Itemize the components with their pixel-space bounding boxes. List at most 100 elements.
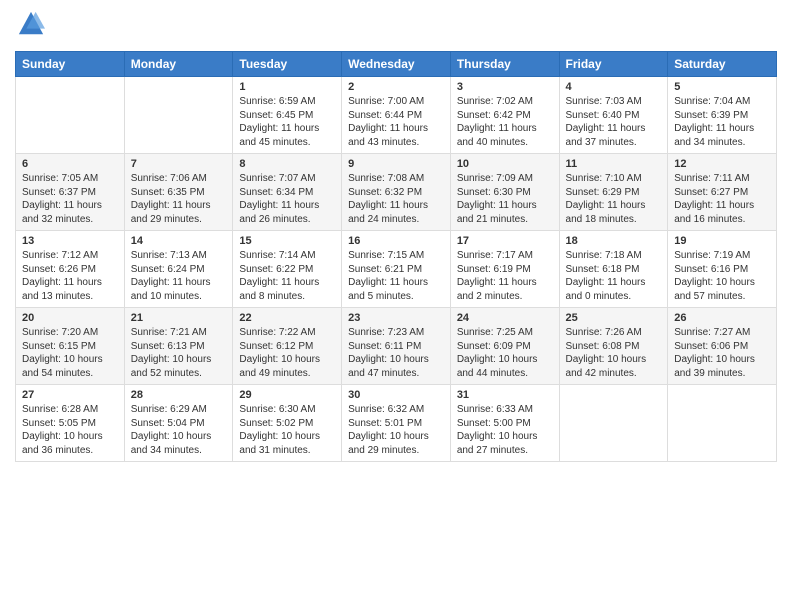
header — [15, 10, 777, 43]
cell-content: Sunrise: 7:02 AMSunset: 6:42 PMDaylight:… — [457, 95, 553, 149]
day-number: 12 — [674, 158, 770, 170]
day-number: 2 — [348, 81, 444, 93]
logo — [15, 10, 45, 43]
week-row-3: 20 Sunrise: 7:20 AMSunset: 6:15 PMDayligh… — [16, 308, 777, 385]
cell-4-3: 30 Sunrise: 6:32 AMSunset: 5:01 PMDayligh… — [342, 385, 451, 462]
day-number: 31 — [457, 389, 553, 401]
header-cell-sunday: Sunday — [16, 52, 125, 77]
cell-0-1 — [124, 77, 233, 154]
header-cell-wednesday: Wednesday — [342, 52, 451, 77]
cell-0-0 — [16, 77, 125, 154]
header-cell-friday: Friday — [559, 52, 668, 77]
cell-0-2: 1Sunrise: 6:59 AMSunset: 6:45 PMDaylight… — [233, 77, 342, 154]
cell-content: Sunrise: 7:06 AMSunset: 6:35 PMDaylight:… — [131, 172, 227, 226]
day-number: 18 — [566, 235, 662, 247]
header-cell-saturday: Saturday — [668, 52, 777, 77]
day-number: 5 — [674, 81, 770, 93]
cell-content: Sunrise: 6:30 AMSunset: 5:02 PMDaylight:… — [239, 403, 335, 457]
day-number: 24 — [457, 312, 553, 324]
cell-content: Sunrise: 7:21 AMSunset: 6:13 PMDaylight:… — [131, 326, 227, 380]
logo-icon — [17, 10, 45, 38]
day-number: 6 — [22, 158, 118, 170]
cell-content: Sunrise: 7:19 AMSunset: 6:16 PMDaylight:… — [674, 249, 770, 303]
cell-content: Sunrise: 6:59 AMSunset: 6:45 PMDaylight:… — [239, 95, 335, 149]
day-number: 13 — [22, 235, 118, 247]
day-number: 17 — [457, 235, 553, 247]
day-number: 30 — [348, 389, 444, 401]
day-number: 16 — [348, 235, 444, 247]
header-cell-tuesday: Tuesday — [233, 52, 342, 77]
header-cell-monday: Monday — [124, 52, 233, 77]
cell-content: Sunrise: 7:27 AMSunset: 6:06 PMDaylight:… — [674, 326, 770, 380]
cell-4-6 — [668, 385, 777, 462]
cell-content: Sunrise: 7:25 AMSunset: 6:09 PMDaylight:… — [457, 326, 553, 380]
cell-content: Sunrise: 7:05 AMSunset: 6:37 PMDaylight:… — [22, 172, 118, 226]
calendar-table: SundayMondayTuesdayWednesdayThursdayFrid… — [15, 51, 777, 462]
week-row-4: 27 Sunrise: 6:28 AMSunset: 5:05 PMDayligh… — [16, 385, 777, 462]
cell-content: Sunrise: 7:13 AMSunset: 6:24 PMDaylight:… — [131, 249, 227, 303]
cell-0-6: 5 Sunrise: 7:04 AMSunset: 6:39 PMDaylight… — [668, 77, 777, 154]
cell-content: Sunrise: 7:04 AMSunset: 6:39 PMDaylight:… — [674, 95, 770, 149]
cell-content: Sunrise: 7:18 AMSunset: 6:18 PMDaylight:… — [566, 249, 662, 303]
cell-1-1: 7 Sunrise: 7:06 AMSunset: 6:35 PMDaylight… — [124, 154, 233, 231]
cell-0-3: 2Sunrise: 7:00 AMSunset: 6:44 PMDaylight… — [342, 77, 451, 154]
cell-content: Sunrise: 7:14 AMSunset: 6:22 PMDaylight:… — [239, 249, 335, 303]
week-row-0: 1Sunrise: 6:59 AMSunset: 6:45 PMDaylight… — [16, 77, 777, 154]
cell-3-6: 26 Sunrise: 7:27 AMSunset: 6:06 PMDayligh… — [668, 308, 777, 385]
day-number: 4 — [566, 81, 662, 93]
cell-3-3: 23 Sunrise: 7:23 AMSunset: 6:11 PMDayligh… — [342, 308, 451, 385]
cell-2-5: 18 Sunrise: 7:18 AMSunset: 6:18 PMDayligh… — [559, 231, 668, 308]
day-number: 10 — [457, 158, 553, 170]
day-number: 3 — [457, 81, 553, 93]
cell-4-2: 29Sunrise: 6:30 AMSunset: 5:02 PMDayligh… — [233, 385, 342, 462]
week-row-2: 13Sunrise: 7:12 AMSunset: 6:26 PMDayligh… — [16, 231, 777, 308]
day-number: 20 — [22, 312, 118, 324]
day-number: 8 — [239, 158, 335, 170]
cell-4-0: 27 Sunrise: 6:28 AMSunset: 5:05 PMDayligh… — [16, 385, 125, 462]
cell-content: Sunrise: 6:32 AMSunset: 5:01 PMDaylight:… — [348, 403, 444, 457]
cell-content: Sunrise: 6:33 AMSunset: 5:00 PMDaylight:… — [457, 403, 553, 457]
cell-1-2: 8Sunrise: 7:07 AMSunset: 6:34 PMDaylight… — [233, 154, 342, 231]
header-cell-thursday: Thursday — [450, 52, 559, 77]
cell-2-2: 15 Sunrise: 7:14 AMSunset: 6:22 PMDayligh… — [233, 231, 342, 308]
cell-3-1: 21 Sunrise: 7:21 AMSunset: 6:13 PMDayligh… — [124, 308, 233, 385]
cell-1-3: 9 Sunrise: 7:08 AMSunset: 6:32 PMDaylight… — [342, 154, 451, 231]
cell-3-2: 22Sunrise: 7:22 AMSunset: 6:12 PMDayligh… — [233, 308, 342, 385]
main-container: SundayMondayTuesdayWednesdayThursdayFrid… — [0, 0, 792, 472]
cell-content: Sunrise: 7:09 AMSunset: 6:30 PMDaylight:… — [457, 172, 553, 226]
day-number: 27 — [22, 389, 118, 401]
cell-content: Sunrise: 7:23 AMSunset: 6:11 PMDaylight:… — [348, 326, 444, 380]
header-row: SundayMondayTuesdayWednesdayThursdayFrid… — [16, 52, 777, 77]
day-number: 26 — [674, 312, 770, 324]
cell-0-4: 3 Sunrise: 7:02 AMSunset: 6:42 PMDaylight… — [450, 77, 559, 154]
day-number: 14 — [131, 235, 227, 247]
cell-2-6: 19 Sunrise: 7:19 AMSunset: 6:16 PMDayligh… — [668, 231, 777, 308]
day-number: 19 — [674, 235, 770, 247]
day-number: 7 — [131, 158, 227, 170]
cell-content: Sunrise: 7:03 AMSunset: 6:40 PMDaylight:… — [566, 95, 662, 149]
cell-4-4: 31 Sunrise: 6:33 AMSunset: 5:00 PMDayligh… — [450, 385, 559, 462]
cell-2-4: 17Sunrise: 7:17 AMSunset: 6:19 PMDayligh… — [450, 231, 559, 308]
cell-1-4: 10 Sunrise: 7:09 AMSunset: 6:30 PMDayligh… — [450, 154, 559, 231]
cell-3-4: 24 Sunrise: 7:25 AMSunset: 6:09 PMDayligh… — [450, 308, 559, 385]
cell-content: Sunrise: 7:26 AMSunset: 6:08 PMDaylight:… — [566, 326, 662, 380]
day-number: 11 — [566, 158, 662, 170]
cell-1-0: 6 Sunrise: 7:05 AMSunset: 6:37 PMDaylight… — [16, 154, 125, 231]
cell-content: Sunrise: 7:20 AMSunset: 6:15 PMDaylight:… — [22, 326, 118, 380]
cell-1-5: 11Sunrise: 7:10 AMSunset: 6:29 PMDayligh… — [559, 154, 668, 231]
day-number: 28 — [131, 389, 227, 401]
cell-content: Sunrise: 6:28 AMSunset: 5:05 PMDaylight:… — [22, 403, 118, 457]
cell-0-5: 4 Sunrise: 7:03 AMSunset: 6:40 PMDaylight… — [559, 77, 668, 154]
cell-3-5: 25 Sunrise: 7:26 AMSunset: 6:08 PMDayligh… — [559, 308, 668, 385]
day-number: 23 — [348, 312, 444, 324]
day-number: 15 — [239, 235, 335, 247]
day-number: 9 — [348, 158, 444, 170]
cell-content: Sunrise: 7:08 AMSunset: 6:32 PMDaylight:… — [348, 172, 444, 226]
day-number: 21 — [131, 312, 227, 324]
cell-2-1: 14 Sunrise: 7:13 AMSunset: 6:24 PMDayligh… — [124, 231, 233, 308]
day-number: 25 — [566, 312, 662, 324]
cell-1-6: 12Sunrise: 7:11 AMSunset: 6:27 PMDayligh… — [668, 154, 777, 231]
cell-content: Sunrise: 7:15 AMSunset: 6:21 PMDaylight:… — [348, 249, 444, 303]
cell-4-1: 28 Sunrise: 6:29 AMSunset: 5:04 PMDayligh… — [124, 385, 233, 462]
cell-content: Sunrise: 6:29 AMSunset: 5:04 PMDaylight:… — [131, 403, 227, 457]
